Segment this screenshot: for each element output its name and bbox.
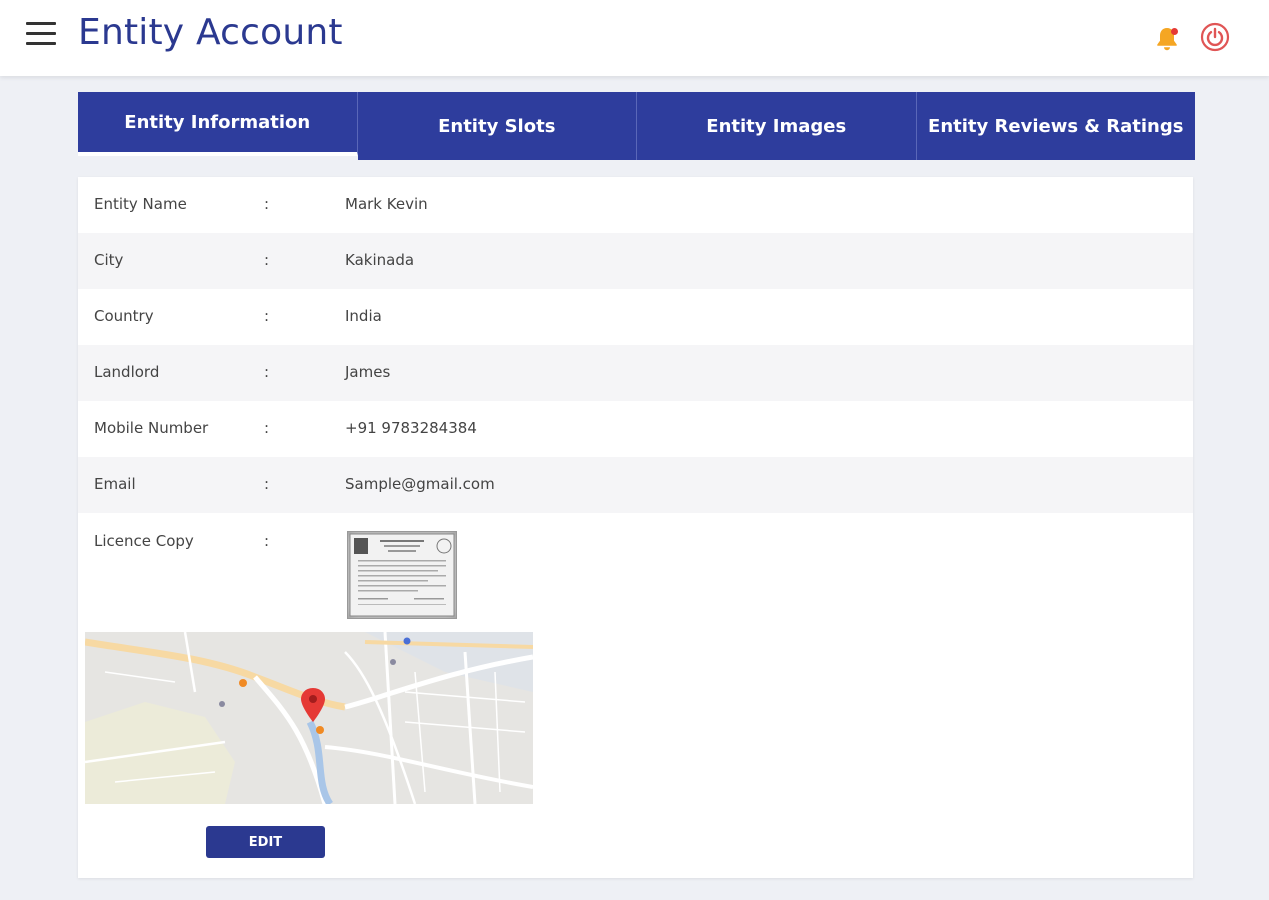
row-label: City	[94, 251, 124, 269]
row-value: India	[345, 307, 382, 325]
row-value: Mark Kevin	[345, 195, 428, 213]
map-graphic	[85, 632, 533, 804]
row-value: Sample@gmail.com	[345, 475, 495, 493]
row-colon: :	[264, 475, 270, 493]
row-label: Country	[94, 307, 154, 325]
row-colon: :	[264, 307, 270, 325]
tab-entity-information[interactable]: Entity Information	[78, 92, 358, 156]
licence-document-image	[349, 533, 455, 617]
info-row-city: City : Kakinada	[78, 233, 1193, 289]
row-label: Landlord	[94, 363, 160, 381]
info-row-licence-copy: Licence Copy :	[78, 516, 1193, 626]
licence-copy-thumbnail[interactable]	[347, 531, 457, 619]
tab-entity-slots[interactable]: Entity Slots	[357, 92, 637, 160]
edit-button[interactable]: EDIT	[206, 826, 325, 858]
row-colon: :	[264, 195, 270, 213]
info-row-country: Country : India	[78, 289, 1193, 345]
row-colon: :	[264, 532, 270, 550]
row-colon: :	[264, 363, 270, 381]
info-row-landlord: Landlord : James	[78, 345, 1193, 401]
tab-entity-images[interactable]: Entity Images	[637, 92, 917, 160]
row-colon: :	[264, 419, 270, 437]
info-row-entity-name: Entity Name : Mark Kevin	[78, 177, 1193, 233]
page-title: Entity Account	[78, 12, 343, 53]
tab-entity-reviews-ratings[interactable]: Entity Reviews & Ratings	[916, 92, 1195, 160]
row-label: Mobile Number	[94, 419, 209, 437]
row-label: Email	[94, 475, 136, 493]
row-value: +91 9783284384	[345, 419, 477, 437]
row-label: Entity Name	[94, 195, 187, 213]
top-bar: Entity Account	[0, 0, 1269, 76]
info-row-email: Email : Sample@gmail.com	[78, 457, 1193, 513]
bell-icon[interactable]	[1152, 24, 1182, 54]
location-map[interactable]	[85, 632, 533, 804]
row-value: Kakinada	[345, 251, 415, 269]
power-icon[interactable]	[1200, 22, 1230, 52]
tab-bar: Entity Information Entity Slots Entity I…	[78, 92, 1195, 160]
hamburger-menu-icon[interactable]	[26, 22, 56, 48]
info-row-mobile-number: Mobile Number : +91 9783284384	[78, 401, 1193, 457]
row-value: James	[345, 363, 391, 381]
row-colon: :	[264, 251, 270, 269]
row-label: Licence Copy	[94, 532, 194, 550]
entity-info-card: Entity Name : Mark Kevin City : Kakinada…	[78, 177, 1193, 878]
